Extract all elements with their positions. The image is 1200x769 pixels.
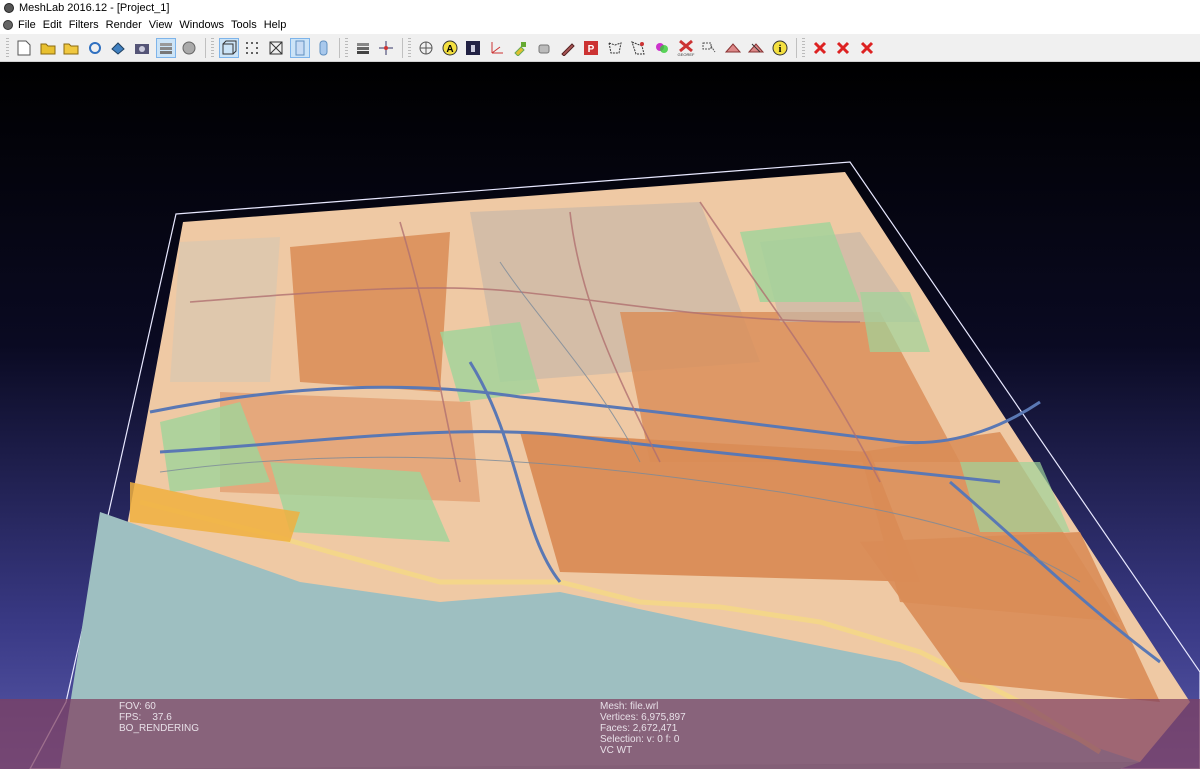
faces-label: Faces: — [600, 723, 631, 734]
menu-view[interactable]: View — [149, 16, 179, 34]
window-title: MeshLab 2016.12 - [Project_1] — [19, 2, 170, 14]
paint-icon[interactable] — [510, 38, 530, 58]
fov-label: FOV: — [119, 701, 142, 712]
reload-icon[interactable] — [85, 38, 105, 58]
delete-faces-icon[interactable] — [833, 38, 853, 58]
select-connected-icon[interactable] — [723, 38, 743, 58]
meshlab-logo-icon — [4, 3, 14, 13]
smooth-icon[interactable] — [313, 38, 333, 58]
brush-icon[interactable] — [558, 38, 578, 58]
mesh-label: Mesh: — [600, 701, 628, 712]
points-icon[interactable] — [242, 38, 262, 58]
color-icon[interactable] — [652, 38, 672, 58]
open-mesh-icon[interactable] — [61, 38, 81, 58]
select-faces-icon[interactable] — [628, 38, 648, 58]
toolbar-separator — [402, 38, 403, 58]
save-icon[interactable] — [108, 38, 128, 58]
menu-bar: File Edit Filters Render View Windows Tools Hel… — [0, 16, 1200, 34]
svg-text:i: i — [779, 44, 782, 55]
menu-items: File Edit Filters Render View Windows Tools Hel… — [18, 16, 293, 34]
svg-text:A: A — [446, 44, 453, 55]
mesh-render[interactable] — [0, 62, 1200, 769]
menu-file[interactable]: File — [18, 16, 42, 34]
toolbar-grip[interactable] — [408, 38, 411, 58]
bounding-box-icon[interactable] — [218, 38, 239, 58]
layers-icon[interactable] — [155, 38, 176, 58]
document-menu-icon[interactable] — [3, 20, 13, 30]
vertices-label: Vertices: — [600, 712, 639, 723]
faces-value: 2,672,471 — [632, 723, 678, 734]
georef-icon[interactable]: GEOREF — [676, 38, 696, 58]
info-icon[interactable]: i — [770, 38, 790, 58]
fov-value: 60 — [144, 701, 156, 712]
toolbar-separator — [795, 38, 797, 58]
selection-label: Selection: — [600, 734, 644, 745]
menu-windows[interactable]: Windows — [179, 16, 230, 34]
render-info: FOV: 60 FPS: 37.6 BO_RENDERING — [119, 701, 199, 734]
svg-text:GEOREF: GEOREF — [677, 52, 694, 57]
info-overlay: FOV: 60 FPS: 37.6 BO_RENDERING Mesh: fil… — [0, 699, 1200, 769]
fill-icon[interactable] — [534, 38, 554, 58]
wireframe-icon[interactable] — [266, 38, 286, 58]
menu-help[interactable]: Help — [264, 16, 293, 34]
toolbar-separator — [204, 38, 206, 58]
selection-value: v: 0 f: 0 — [646, 734, 680, 745]
axis-icon[interactable] — [487, 38, 507, 58]
menu-edit[interactable]: Edit — [43, 16, 68, 34]
image-icon[interactable] — [463, 38, 483, 58]
menu-render[interactable]: Render — [106, 16, 148, 34]
pick-points-icon[interactable]: P — [581, 38, 601, 58]
vertices-value: 6,975,897 — [641, 712, 686, 723]
open-project-icon[interactable] — [38, 38, 58, 58]
toolbar-grip[interactable] — [210, 38, 214, 58]
fps-value: 37.6 — [152, 712, 172, 723]
texture-icon[interactable] — [179, 38, 199, 58]
svg-text:P: P — [588, 44, 595, 55]
delete-vertices-icon[interactable] — [810, 38, 830, 58]
new-document-icon[interactable] — [14, 38, 34, 58]
select-vertices-icon[interactable] — [605, 38, 625, 58]
delete-selected-icon[interactable] — [857, 38, 877, 58]
measure-icon[interactable] — [699, 38, 719, 58]
mesh-info: Mesh: file.wrl Vertices: 6,975,897 Faces… — [600, 701, 686, 756]
3d-viewport[interactable]: FOV: 60 FPS: 37.6 BO_RENDERING Mesh: fil… — [0, 62, 1200, 769]
title-bar: MeshLab 2016.12 - [Project_1] — [0, 0, 1200, 16]
snapshot-icon[interactable] — [132, 38, 152, 58]
render-mode: BO_RENDERING — [119, 723, 200, 734]
fps-label: FPS: — [119, 712, 142, 723]
select-region-icon[interactable] — [746, 38, 766, 58]
toolbar-grip[interactable] — [344, 38, 348, 58]
main-toolbar: A P GEOREF i — [0, 34, 1200, 62]
toolbar-grip[interactable] — [6, 38, 9, 58]
menu-tools[interactable]: Tools — [231, 16, 263, 34]
mesh-name: file.wrl — [630, 701, 659, 712]
mesh-flags: VC WT — [600, 745, 633, 756]
toolbar-separator — [338, 38, 340, 58]
align-icon[interactable] — [376, 38, 396, 58]
annotate-icon[interactable]: A — [440, 38, 460, 58]
toolbar-grip[interactable] — [801, 38, 805, 58]
layer-dialog-icon[interactable] — [353, 38, 373, 58]
flat-icon[interactable] — [289, 38, 310, 58]
menu-filters[interactable]: Filters — [69, 16, 105, 34]
transform-icon[interactable] — [416, 38, 436, 58]
